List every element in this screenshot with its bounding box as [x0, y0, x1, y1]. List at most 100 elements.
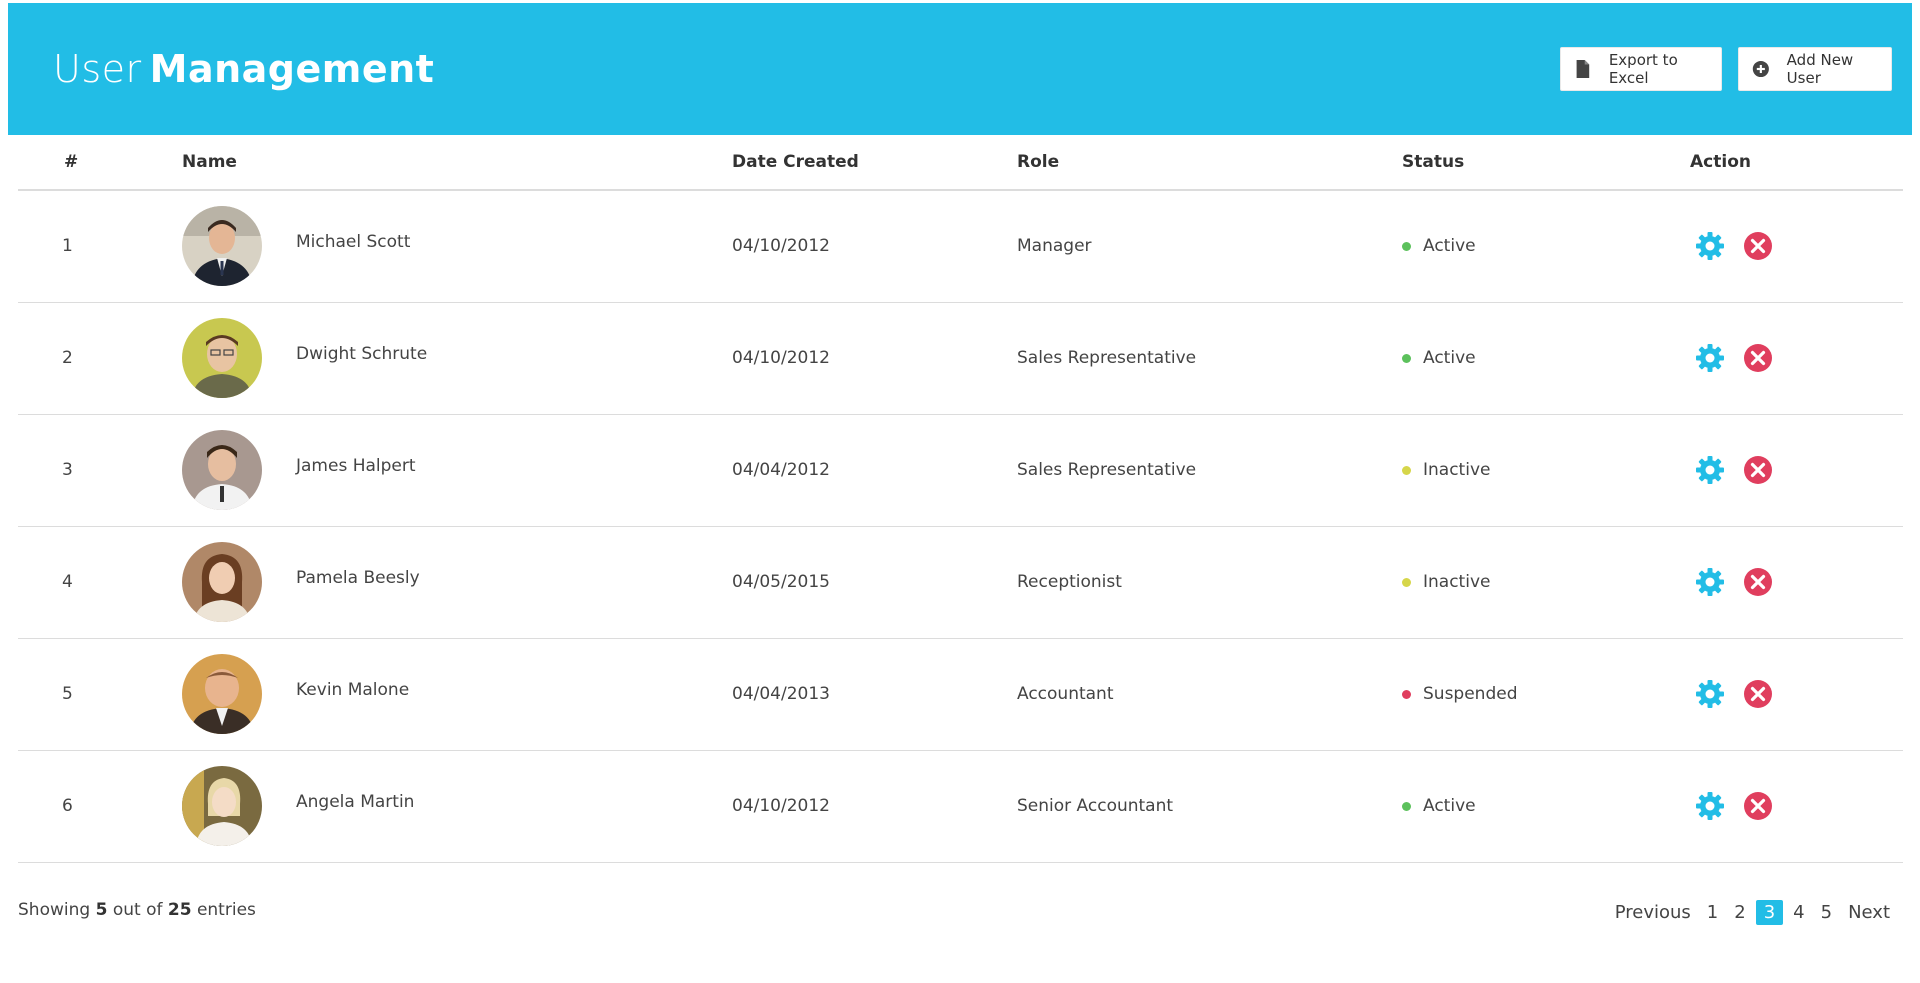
table-row[interactable]: 5 Kevin Malone 04/04/2013 Accountant Sus… — [18, 638, 1903, 751]
table-row[interactable]: 1 Michael Scott 04/10/2012 Manager Activ… — [18, 190, 1903, 303]
column-header-date-created[interactable]: Date Created — [732, 135, 1017, 191]
name-cell: Dwight Schrute — [182, 302, 732, 415]
table-row[interactable]: 6 Angela Martin 04/10/2012 Senior Accoun… — [18, 750, 1903, 863]
export-to-excel-button[interactable]: Export to Excel — [1560, 47, 1722, 91]
role: Receptionist — [1017, 526, 1402, 639]
summary-total-count: 25 — [167, 900, 192, 920]
status-cell: Active — [1402, 190, 1690, 303]
role: Senior Accountant — [1017, 750, 1402, 863]
avatar[interactable] — [182, 318, 262, 398]
name-cell: Angela Martin — [182, 750, 732, 863]
column-header-role[interactable]: Role — [1017, 135, 1402, 191]
gear-icon[interactable] — [1694, 454, 1726, 486]
table-row[interactable]: 3 James Halpert 04/04/2012 Sales Represe… — [18, 414, 1903, 527]
status-badge: Active — [1423, 796, 1476, 816]
date-created: 04/04/2013 — [732, 638, 1017, 751]
add-new-user-button[interactable]: Add New User — [1738, 47, 1892, 91]
status-badge: Active — [1423, 348, 1476, 368]
file-icon — [1576, 59, 1590, 79]
table-row[interactable]: 4 Pamela Beesly 04/05/2015 Receptionist — [18, 526, 1903, 639]
row-number: 3 — [18, 414, 182, 527]
date-created: 04/05/2015 — [732, 526, 1017, 639]
gear-icon[interactable] — [1694, 790, 1726, 822]
pagination: Previous 1 2 3 4 5 Next — [1605, 900, 1896, 925]
user-name: James Halpert — [296, 456, 416, 476]
summary-suffix: entries — [196, 900, 256, 920]
row-number: 6 — [18, 750, 182, 863]
close-circle-icon[interactable] — [1742, 454, 1774, 486]
status-dot — [1402, 353, 1411, 363]
row-number: 2 — [18, 302, 182, 415]
entries-summary: Showing 5 out of 25 entries — [18, 900, 256, 920]
status-dot — [1402, 465, 1411, 475]
export-label: Export to Excel — [1608, 51, 1678, 87]
status-badge: Inactive — [1423, 572, 1491, 592]
status-badge: Active — [1423, 236, 1476, 257]
summary-prefix: Showing — [18, 900, 91, 920]
pagination-page-5[interactable]: 5 — [1815, 900, 1838, 925]
name-cell: Pamela Beesly — [182, 526, 732, 639]
status-cell: Inactive — [1402, 526, 1690, 639]
users-table: # Name Date Created Role Status Action 1 — [18, 135, 1903, 863]
close-circle-icon[interactable] — [1742, 790, 1774, 822]
name-cell: Michael Scott — [182, 190, 732, 303]
role: Sales Representative — [1017, 302, 1402, 415]
status-badge: Inactive — [1423, 460, 1491, 480]
close-circle-icon[interactable] — [1742, 566, 1774, 598]
status-cell: Active — [1402, 302, 1690, 415]
column-header-name[interactable]: Name — [182, 135, 732, 191]
status-badge: Suspended — [1423, 684, 1518, 704]
table-row[interactable]: 2 Dwight Schrute 04/10/2012 Sales Repres… — [18, 302, 1903, 415]
avatar[interactable] — [182, 206, 262, 287]
row-number: 1 — [18, 190, 182, 303]
user-name: Kevin Malone — [296, 680, 410, 700]
name-cell: Kevin Malone — [182, 638, 732, 751]
summary-shown-count: 5 — [95, 900, 108, 920]
date-created: 04/10/2012 — [732, 190, 1017, 303]
column-header-number[interactable]: # — [18, 135, 182, 191]
status-cell: Suspended — [1402, 638, 1690, 751]
row-number: 5 — [18, 638, 182, 751]
close-circle-icon[interactable] — [1742, 342, 1774, 374]
close-circle-icon[interactable] — [1742, 678, 1774, 710]
pagination-page-3-active[interactable]: 3 — [1755, 900, 1784, 925]
header-actions: Export to Excel Add New User — [1560, 47, 1892, 91]
gear-icon[interactable] — [1694, 230, 1726, 262]
avatar[interactable] — [182, 542, 262, 622]
user-name: Michael Scott — [296, 232, 411, 253]
plus-circle-icon — [1752, 60, 1769, 78]
close-circle-icon[interactable] — [1742, 230, 1774, 262]
pagination-previous[interactable]: Previous — [1609, 900, 1697, 925]
user-name: Dwight Schrute — [296, 344, 428, 364]
avatar[interactable] — [182, 766, 262, 846]
pagination-page-1[interactable]: 1 — [1701, 900, 1724, 925]
status-cell: Inactive — [1402, 414, 1690, 527]
pagination-page-4[interactable]: 4 — [1787, 900, 1810, 925]
add-label: Add New User — [1786, 51, 1854, 87]
status-dot — [1402, 689, 1411, 699]
date-created: 04/10/2012 — [732, 302, 1017, 415]
summary-middle: out of — [112, 900, 163, 920]
role: Accountant — [1017, 638, 1402, 751]
page-title-bold: Management — [149, 47, 435, 91]
status-dot — [1402, 241, 1411, 251]
name-cell: James Halpert — [182, 414, 732, 527]
gear-icon[interactable] — [1694, 342, 1726, 374]
date-created: 04/10/2012 — [732, 750, 1017, 863]
action-cell — [1690, 302, 1903, 415]
status-cell: Active — [1402, 750, 1690, 863]
gear-icon[interactable] — [1694, 566, 1726, 598]
pagination-page-2[interactable]: 2 — [1728, 900, 1751, 925]
column-header-status[interactable]: Status — [1402, 135, 1690, 191]
status-dot — [1402, 577, 1411, 587]
pagination-next[interactable]: Next — [1842, 900, 1896, 925]
action-cell — [1690, 526, 1903, 639]
action-cell — [1690, 190, 1903, 303]
action-cell — [1690, 750, 1903, 863]
avatar[interactable] — [182, 654, 262, 734]
avatar[interactable] — [182, 430, 262, 510]
role: Sales Representative — [1017, 414, 1402, 527]
page-title: User Management — [53, 47, 434, 91]
action-cell — [1690, 638, 1903, 751]
gear-icon[interactable] — [1694, 678, 1726, 710]
